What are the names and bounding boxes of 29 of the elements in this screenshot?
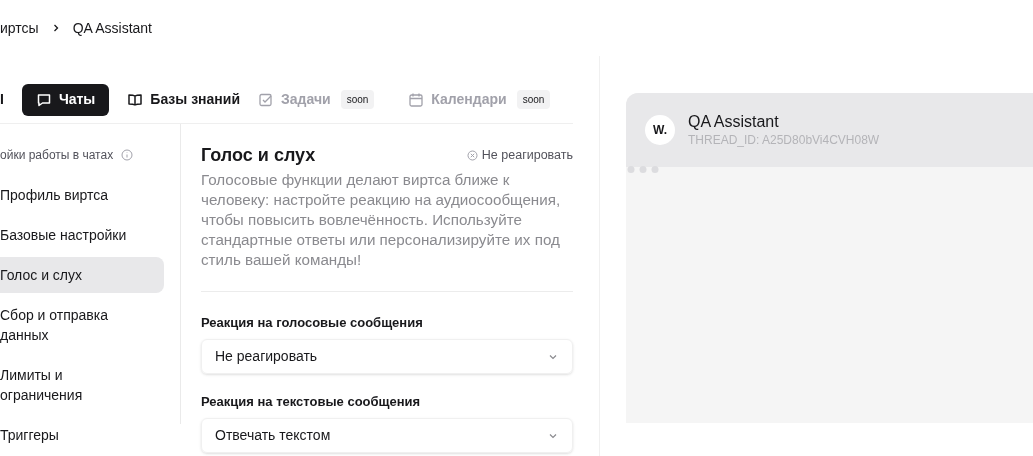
- sidebar-item[interactable]: Голос и слух: [0, 257, 164, 293]
- tab[interactable]: Чаты: [21, 83, 110, 116]
- chat-bubble-icon: [35, 91, 52, 108]
- sidebar-item[interactable]: Триггеры: [0, 417, 164, 453]
- info-icon: [121, 149, 134, 161]
- chat-title: QA Assistant: [688, 112, 780, 132]
- sidebar-item[interactable]: Базовые настройки: [0, 217, 164, 253]
- status-label: Не реагировать: [481, 146, 573, 164]
- select-field[interactable]: Не реагировать: [201, 339, 573, 374]
- tab[interactable]: I: [0, 83, 4, 116]
- select-field[interactable]: Отвечать текстом: [201, 418, 573, 453]
- field-label: Реакция на голосовые сообщения: [201, 314, 424, 332]
- tab[interactable]: Базы знаний: [127, 83, 241, 116]
- book-icon: [127, 91, 144, 108]
- calendar-icon: [408, 91, 425, 108]
- sidebar-item[interactable]: Лимиты и ограничения: [0, 357, 164, 413]
- sidebar-item[interactable]: Профиль виртса: [0, 177, 164, 213]
- circle-x-icon: [466, 149, 478, 161]
- sidebar-heading: ойки работы в чатах: [0, 147, 114, 163]
- field-label: Реакция на текстовые сообщения: [201, 393, 422, 411]
- avatar-logo: W.: [645, 115, 675, 145]
- checkbox-icon: [258, 91, 275, 108]
- soon-badge: soon: [516, 90, 551, 109]
- section-description: Голосовые функции делают виртса ближе к человеку: настройте реакцию на аудиосообщения, чтобы повысить вовлечённость. Используйте стандартные ответы или персонализируйте их под стиль вашей команды!: [201, 170, 573, 292]
- section-title: Голос и слух: [201, 144, 316, 167]
- breadcrumb-link[interactable]: иртсы: [0, 17, 39, 39]
- breadcrumb-link[interactable]: QA Assistant: [72, 17, 152, 39]
- soon-badge: soon: [340, 90, 375, 109]
- sidebar-item[interactable]: Сбор и отправка данных: [0, 297, 164, 353]
